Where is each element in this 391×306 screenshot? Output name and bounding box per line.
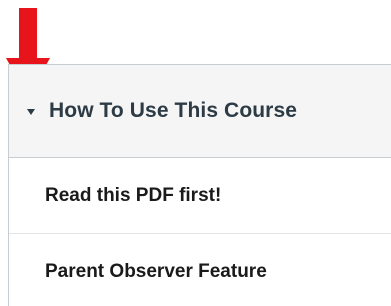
caret-down-icon[interactable]: [27, 109, 35, 115]
page: How To Use This Course Read this PDF fir…: [0, 0, 391, 306]
module-how-to-use: How To Use This Course Read this PDF fir…: [8, 64, 391, 306]
module-item-label[interactable]: Read this PDF first!: [45, 185, 221, 207]
module-header-toggle[interactable]: How To Use This Course: [9, 65, 391, 158]
module-item-parent-observer[interactable]: Parent Observer Feature: [9, 234, 391, 306]
module-title: How To Use This Course: [49, 99, 298, 122]
module-item-label[interactable]: Parent Observer Feature: [45, 261, 267, 283]
module-item-read-pdf[interactable]: Read this PDF first!: [9, 158, 391, 234]
